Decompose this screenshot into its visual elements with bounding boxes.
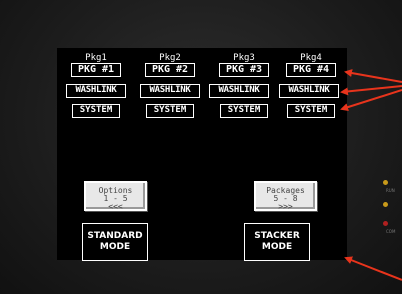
arrow-to-washlink4 [340, 85, 402, 96]
arrow-to-pkg4 [344, 69, 402, 83]
arrow-to-system4 [340, 89, 402, 112]
arrow-to-stacker-mode [344, 256, 402, 281]
annotation-arrows [340, 69, 402, 281]
